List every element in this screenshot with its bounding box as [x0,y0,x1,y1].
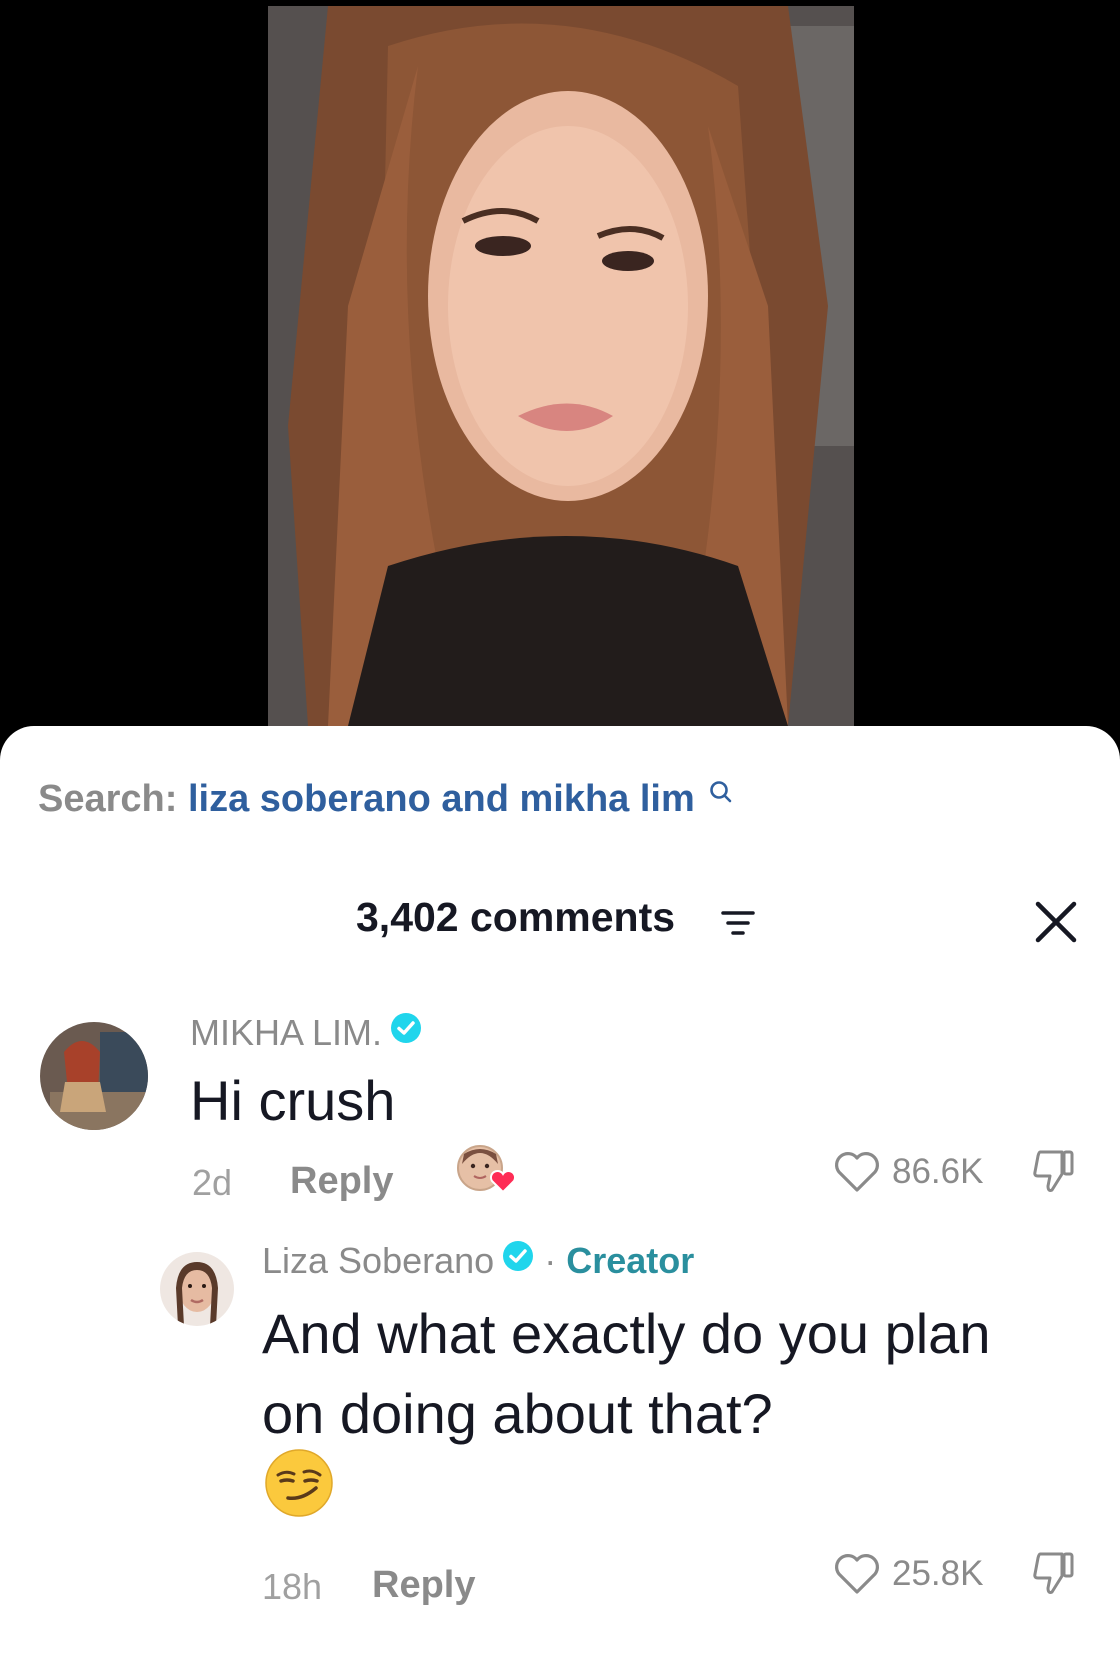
dislike-button[interactable] [1030,1146,1078,1201]
close-button[interactable] [1028,894,1084,950]
comment-age: 2d [192,1162,233,1203]
search-icon [708,772,734,815]
username-text: MIKHA LIM. [190,1012,383,1053]
comments-header: 3,402 comments [0,894,1120,954]
dislike-icon [1033,1552,1074,1594]
like-count: 25.8K [892,1554,984,1593]
reply-button[interactable]: Reply [372,1564,475,1607]
smirking-face-emoji [264,1448,334,1523]
avatar[interactable] [160,1252,234,1326]
video-frame-image [268,6,854,726]
close-icon [1035,901,1077,943]
comments-sheet: Search: liza soberano and mikha lim 3,40… [0,726,1120,1656]
comment-age: 18h [262,1566,323,1607]
avatar[interactable] [40,1022,148,1130]
heart-icon [835,1152,879,1192]
dislike-button[interactable] [1030,1548,1078,1603]
reply-button[interactable]: Reply [290,1160,393,1203]
comment-username[interactable]: Liza Soberano · Creator [262,1240,694,1282]
verified-badge-icon [502,1239,534,1281]
video-player[interactable] [0,0,1120,740]
related-search-link[interactable]: Search: liza soberano and mikha lim [38,778,734,821]
search-query[interactable]: liza soberano and mikha lim [188,778,695,820]
badge-separator: · [544,1240,557,1281]
comment-username[interactable]: MIKHA LIM. [190,1012,422,1054]
like-button[interactable]: 86.6K [832,1150,983,1194]
comment-count: 3,402 comments [356,894,676,940]
heart-icon [835,1554,879,1594]
sort-filter-icon[interactable] [720,908,756,943]
verified-badge-icon [390,1011,422,1053]
liked-by-creator-badge [456,1144,518,1201]
comment-text: Hi crush [190,1069,396,1132]
username-text: Liza Soberano [262,1240,495,1281]
dislike-icon [1033,1150,1074,1192]
creator-badge: Creator [566,1240,695,1281]
comment-text: And what exactly do you plan on doing ab… [262,1302,991,1445]
search-prefix: Search: [38,778,178,820]
like-button[interactable]: 25.8K [832,1552,983,1596]
like-count: 86.6K [892,1152,984,1191]
video-thumbnail[interactable] [268,6,854,726]
